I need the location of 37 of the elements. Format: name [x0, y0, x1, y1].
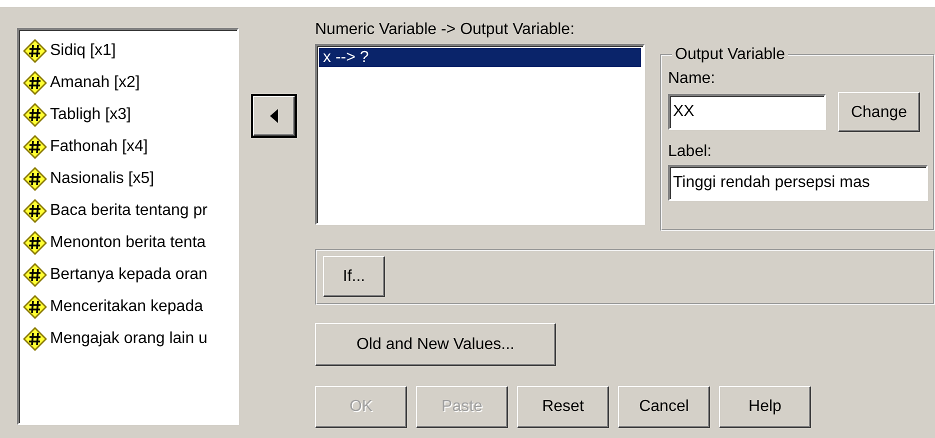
change-button[interactable]: Change: [838, 92, 920, 132]
label-field[interactable]: Tinggi rendah persepsi mas: [668, 165, 928, 202]
name-field[interactable]: XX: [668, 94, 826, 130]
variable-item[interactable]: Baca berita tentang pr: [50, 201, 208, 221]
variable-item[interactable]: Menonton berita tenta: [50, 233, 206, 253]
group-title: Output Variable: [674, 47, 786, 63]
mapping-item[interactable]: x --> ?: [319, 48, 641, 68]
if-button[interactable]: If...: [323, 256, 385, 297]
variable-item[interactable]: Nasionalis [x5]: [50, 169, 154, 189]
move-back-button[interactable]: [252, 96, 295, 136]
variable-item[interactable]: Sidiq [x1]: [50, 41, 116, 61]
dialog-button[interactable]: Reset: [517, 386, 609, 428]
variable-item[interactable]: Bertanya kepada oran: [50, 265, 208, 285]
variable-item[interactable]: Amanah [x2]: [50, 73, 140, 93]
variable-list[interactable]: Sidiq [x1] Amanah [x2] Tabligh [x3] Fathonah [x4] Nasionalis [x5] Baca berita tentang pr Menonton berita tenta Bertanya kepada oran Menceritakan kepada Mengajak orang lain u: [17, 28, 239, 425]
variable-item[interactable]: Mengajak orang lain u: [50, 329, 208, 349]
old-and-new-values-button[interactable]: Old and New Values...: [315, 323, 556, 366]
numeric-variable-icon: [23, 71, 47, 95]
numeric-variable-icon: [23, 135, 47, 159]
variable-item[interactable]: Menceritakan kepada: [50, 297, 203, 317]
numeric-variable-icon: [23, 231, 47, 255]
dialog-button[interactable]: Help: [719, 386, 811, 428]
numeric-variable-icon: [23, 103, 47, 127]
variable-item[interactable]: Fathonah [x4]: [50, 137, 148, 157]
numeric-variable-icon: [23, 327, 47, 351]
numeric-variable-icon: [23, 295, 47, 319]
label-label: Label:: [668, 142, 713, 162]
name-label: Name:: [668, 69, 716, 88]
numeric-variable-icon: [23, 263, 47, 287]
variable-item[interactable]: Tabligh [x3]: [50, 105, 131, 125]
numeric-variable-icon: [23, 199, 47, 223]
left-triangle-icon: [270, 109, 278, 123]
numeric-variable-icon: [23, 39, 47, 63]
mapping-list[interactable]: x --> ?: [315, 44, 645, 225]
numeric-variable-icon: [23, 167, 47, 191]
mapping-label: Numeric Variable -> Output Variable:: [315, 20, 576, 40]
dialog-button[interactable]: Cancel: [618, 386, 710, 428]
